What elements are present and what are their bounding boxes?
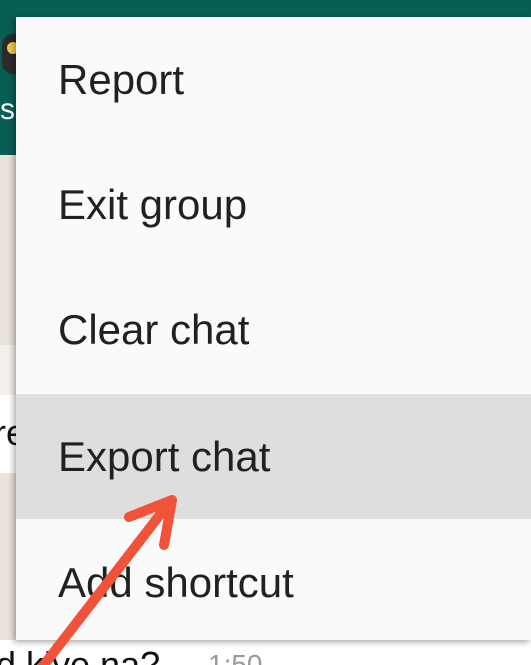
menu-item-label: Report [58,55,185,103]
chat-message-text: d kiye na? [0,644,161,665]
menu-item-label: Add shortcut [58,558,294,606]
menu-item-clear-chat[interactable]: Clear chat [16,267,531,392]
menu-item-export-chat[interactable]: Export chat [16,394,531,519]
menu-item-report[interactable]: Report [16,17,531,142]
menu-item-exit-group[interactable]: Exit group [16,142,531,267]
chat-bubble-text: re [0,413,16,453]
menu-item-label: Export chat [58,432,271,480]
menu-item-add-shortcut[interactable]: Add shortcut [16,520,531,645]
chat-title-fragment: s [0,93,15,126]
chat-message-time: 1:50 [208,649,263,665]
chat-bubble: re [0,395,16,473]
overflow-menu: Report Exit group Clear chat Export chat… [16,17,531,640]
menu-item-label: Exit group [58,180,248,228]
chat-bubble-edge [0,345,16,395]
menu-item-label: Clear chat [58,305,250,353]
